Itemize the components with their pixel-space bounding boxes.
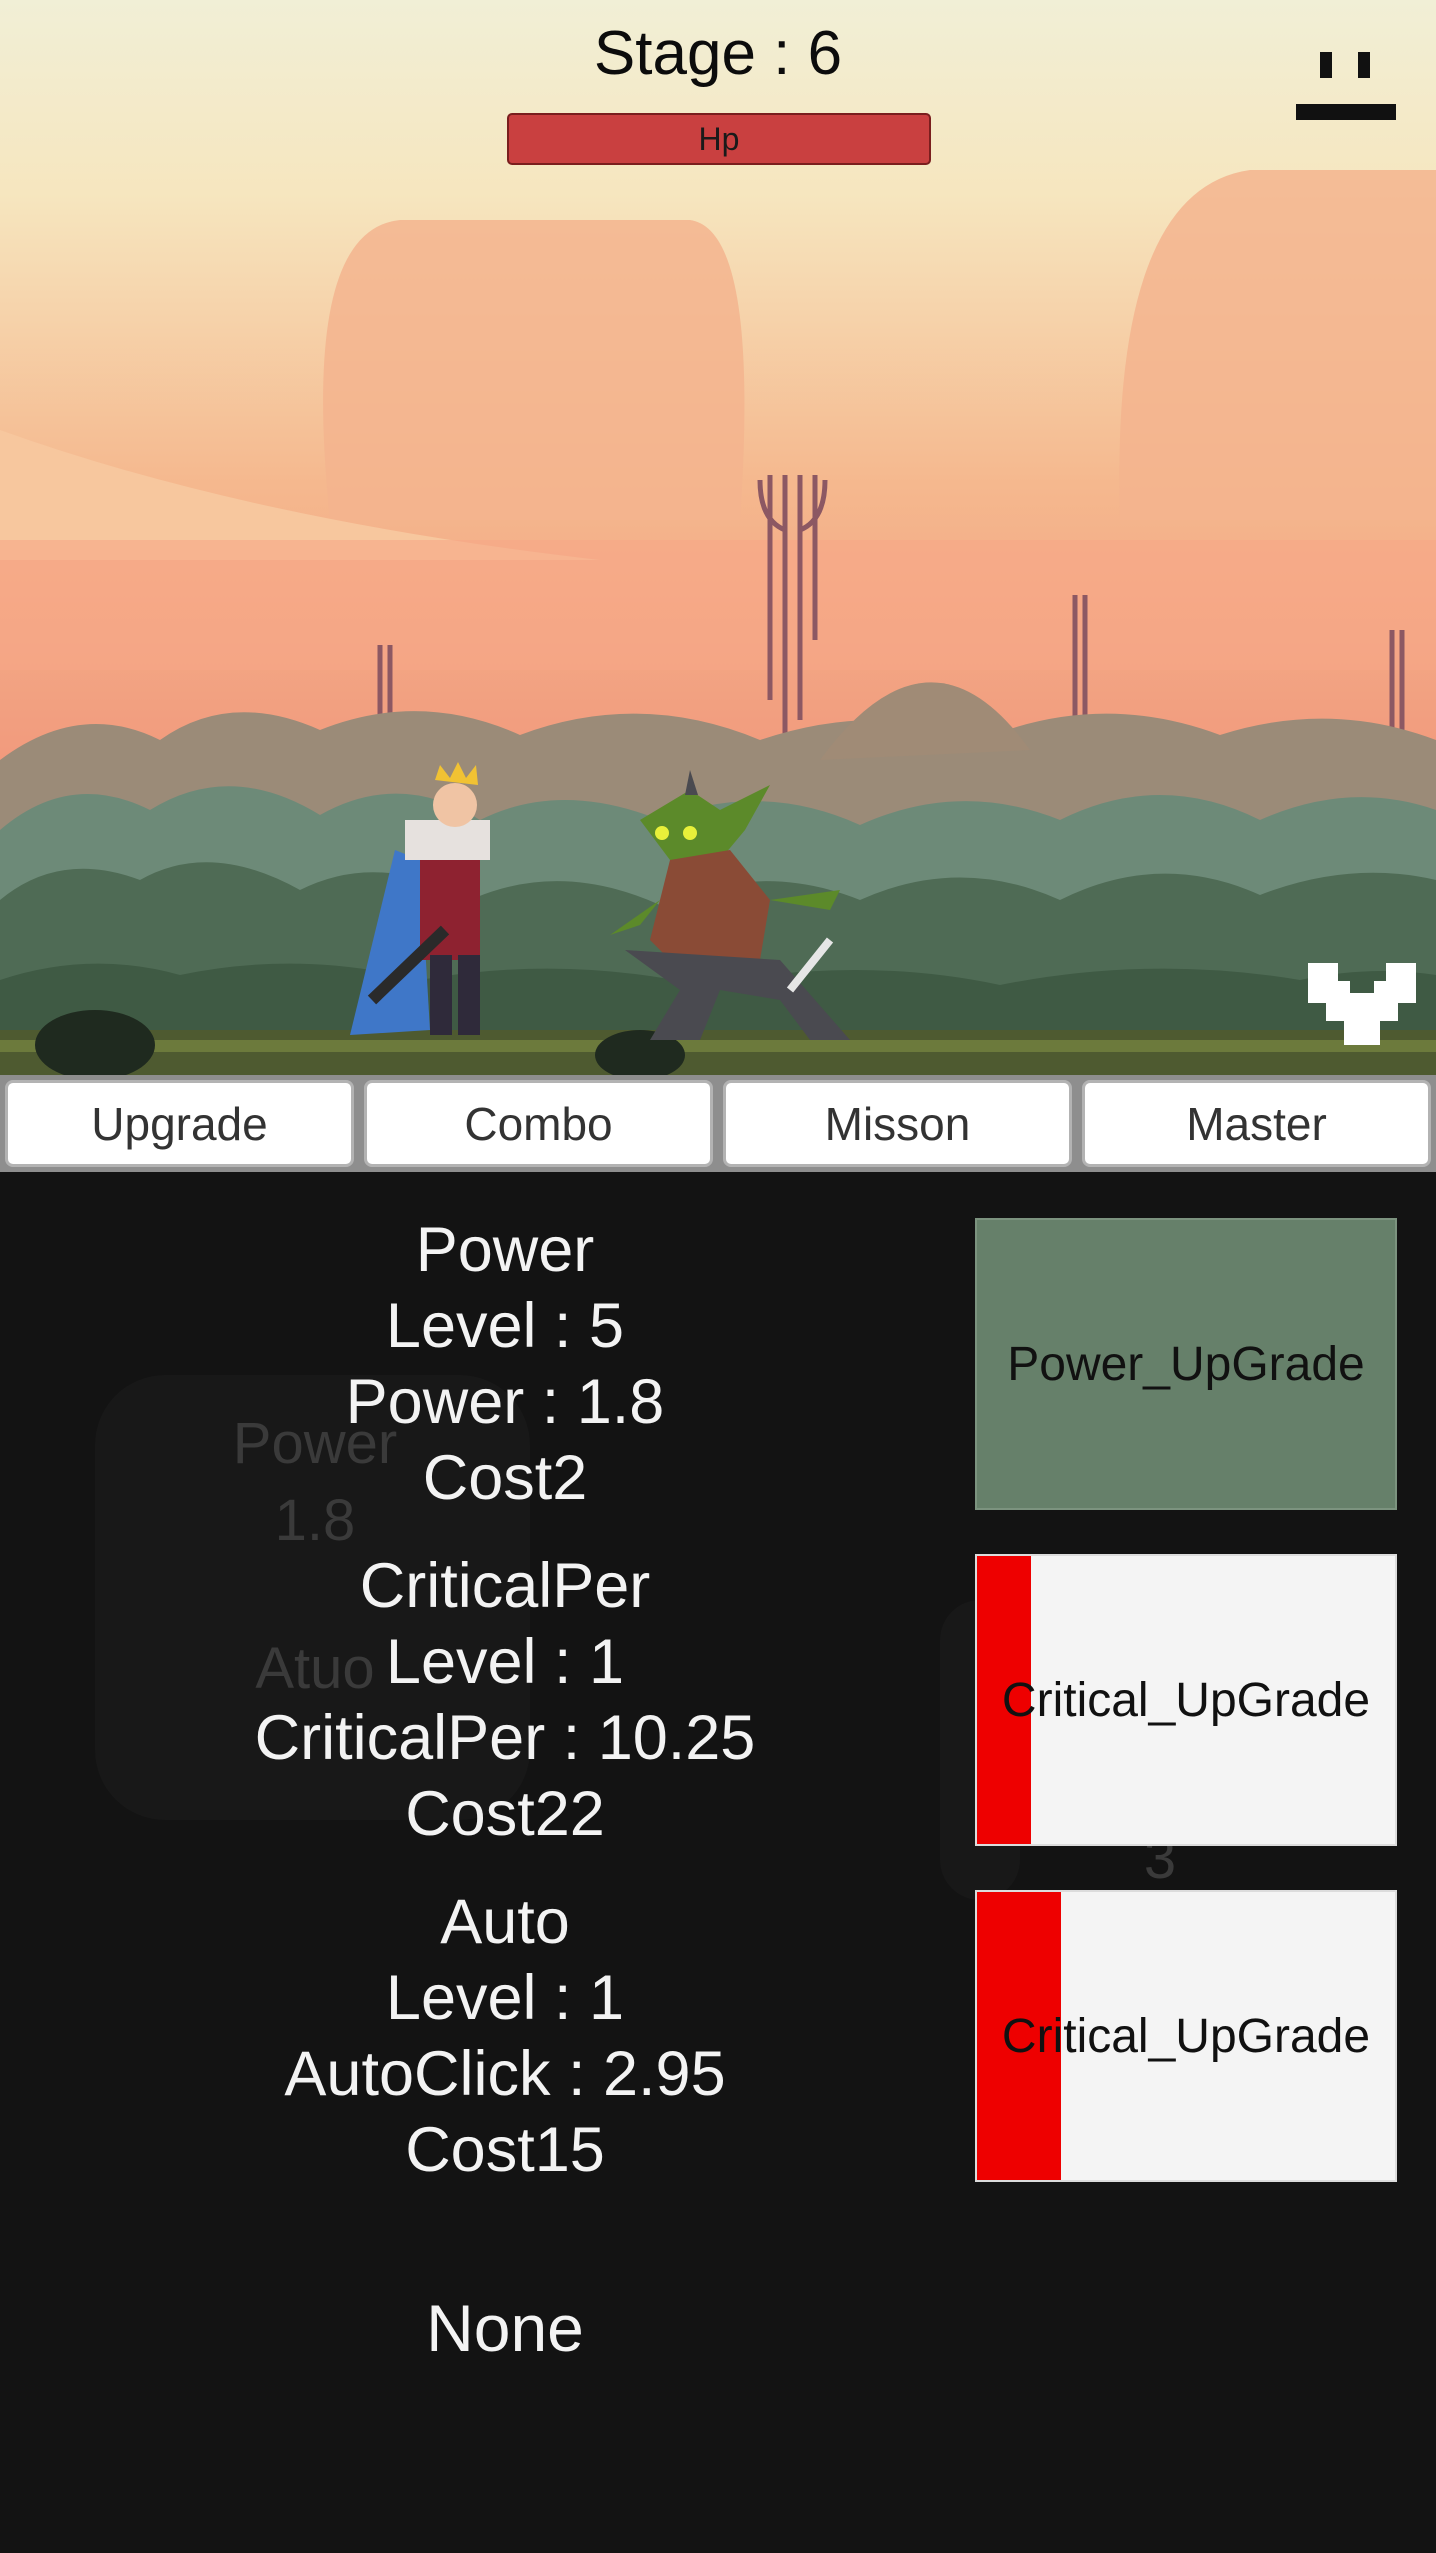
critical-cost: Cost22 bbox=[405, 1779, 605, 1849]
critical-upgrade-label: Critical_UpGrade bbox=[1001, 1673, 1371, 1727]
tab-misson[interactable]: Misson bbox=[723, 1080, 1072, 1167]
power-upgrade-label: Power_UpGrade bbox=[1007, 1337, 1365, 1391]
auto-cost: Cost15 bbox=[405, 2115, 605, 2185]
auto-title: Auto bbox=[440, 1887, 570, 1957]
auto-upgrade-button[interactable]: Critical_UpGrade bbox=[975, 1890, 1397, 2182]
tab-master[interactable]: Master bbox=[1082, 1080, 1431, 1167]
power-upgrade-button[interactable]: Power_UpGrade bbox=[975, 1218, 1397, 1510]
auto-level: Level : 1 bbox=[385, 1963, 625, 2033]
auto-upgrade-label: Critical_UpGrade bbox=[1001, 2009, 1371, 2063]
power-stat: Power Level : 5 Power : 1.8 Cost2 bbox=[105, 1212, 905, 1516]
auto-stat: Auto Level : 1 AutoClick : 2.95 Cost15 bbox=[105, 1884, 905, 2188]
tab-upgrade[interactable]: Upgrade bbox=[5, 1080, 354, 1167]
auto-value: AutoClick : 2.95 bbox=[284, 2039, 726, 2109]
none-label: None bbox=[426, 2291, 584, 2365]
power-cost: Cost2 bbox=[422, 1443, 588, 1513]
chevron-down-icon[interactable] bbox=[1308, 963, 1416, 1045]
stage-label: Stage : 6 bbox=[593, 19, 843, 88]
power-level: Level : 5 bbox=[385, 1291, 625, 1361]
tab-bar: Upgrade Combo Misson Master bbox=[0, 1075, 1436, 1172]
critical-upgrade-button[interactable]: Critical_UpGrade bbox=[975, 1554, 1397, 1846]
power-title: Power bbox=[415, 1215, 595, 1285]
pause-icon[interactable] bbox=[1296, 52, 1396, 124]
battle-scene[interactable]: Stage : 6 Hp bbox=[0, 0, 1436, 1075]
hp-label: Hp bbox=[698, 120, 740, 157]
critical-value: CriticalPer : 10.25 bbox=[254, 1703, 756, 1773]
critical-title: CriticalPer bbox=[359, 1551, 651, 1621]
enemy-hp-bar: Hp bbox=[507, 113, 931, 165]
critical-level: Level : 1 bbox=[385, 1627, 625, 1697]
critical-stat: CriticalPer Level : 1 CriticalPer : 10.2… bbox=[105, 1548, 905, 1852]
tab-combo[interactable]: Combo bbox=[364, 1080, 713, 1167]
power-value: Power : 1.8 bbox=[345, 1367, 665, 1437]
